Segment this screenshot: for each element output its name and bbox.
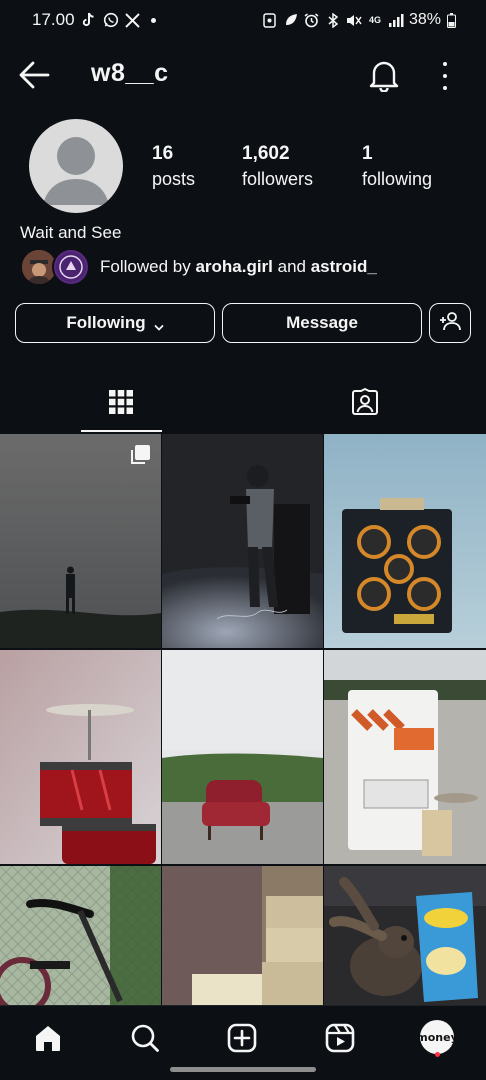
stat-following[interactable]: 1 following	[362, 143, 432, 190]
post-thumbnail[interactable]	[162, 866, 323, 1005]
bluetooth-icon	[325, 12, 341, 28]
tagged-user-icon	[351, 387, 379, 421]
alarm-icon	[304, 12, 320, 28]
post-thumbnail[interactable]	[0, 434, 161, 648]
post-thumbnail[interactable]	[0, 650, 161, 864]
notification-dot	[150, 17, 156, 23]
followed-by-prefix: Followed by	[100, 257, 196, 276]
profile-avatar-text: money	[420, 1030, 454, 1044]
message-button[interactable]: Message	[222, 303, 422, 343]
posts-count: 16	[152, 143, 174, 164]
search-icon[interactable]	[125, 1018, 165, 1058]
post-thumbnail[interactable]	[324, 434, 486, 648]
home-indicator	[170, 1067, 316, 1072]
followers-label: followers	[242, 169, 314, 189]
stat-followers[interactable]: 1,602 followers	[242, 143, 313, 190]
grid-icon	[108, 389, 134, 420]
network-icon: 4G	[368, 14, 381, 25]
post-thumbnail[interactable]	[162, 434, 323, 648]
mutual-username-2[interactable]: astroid_	[311, 257, 377, 276]
add-user-icon	[439, 311, 461, 336]
followed-by-row[interactable]: Followed by aroha.girl and astroid_	[20, 247, 377, 287]
x-icon	[125, 12, 141, 28]
leaf-icon	[283, 12, 299, 28]
reels-icon[interactable]	[320, 1018, 360, 1058]
stat-posts[interactable]: 16 posts	[152, 143, 195, 190]
create-post-icon[interactable]	[222, 1018, 262, 1058]
tab-tagged[interactable]	[324, 378, 406, 430]
active-tab-indicator	[81, 430, 162, 432]
tab-posts-grid[interactable]	[80, 378, 162, 430]
followed-by-joiner: and	[272, 257, 311, 276]
posts-label: posts	[152, 169, 196, 189]
followers-count: 1,602	[242, 143, 290, 164]
whatsapp-icon	[103, 12, 119, 28]
following-count: 1	[362, 143, 373, 164]
profile-username: w8__c	[91, 59, 169, 87]
posts-grid	[0, 434, 486, 1005]
profile-bio: Wait and See	[20, 223, 122, 242]
battery-text: 38%	[408, 11, 441, 28]
back-arrow-icon[interactable]	[18, 60, 52, 90]
suggested-users-button[interactable]	[429, 303, 471, 343]
post-thumbnail[interactable]	[162, 650, 323, 864]
profile-header: w8__c	[0, 48, 486, 104]
profile-avatar[interactable]: money	[420, 1020, 454, 1054]
chevron-down-icon	[154, 318, 164, 331]
status-time: 17.00	[32, 10, 75, 29]
mute-icon	[346, 12, 362, 28]
following-button[interactable]: Following	[15, 303, 215, 343]
screen-record-icon	[262, 12, 278, 28]
multiple-images-icon	[129, 444, 151, 466]
signal-icon	[388, 12, 404, 28]
following-button-label: Following	[66, 313, 146, 332]
post-thumbnail[interactable]	[324, 866, 486, 1005]
following-label: following	[362, 169, 433, 189]
more-options-icon[interactable]	[436, 62, 454, 90]
battery-icon	[446, 12, 456, 28]
post-thumbnail[interactable]	[0, 866, 161, 1005]
message-button-label: Message	[286, 313, 358, 332]
status-bar: 17.00 4G 38%	[0, 0, 486, 40]
notification-dot	[435, 1052, 440, 1057]
bell-icon[interactable]	[368, 58, 400, 93]
profile-avatar[interactable]	[29, 119, 123, 213]
mutual-username-1[interactable]: aroha.girl	[195, 257, 272, 276]
home-icon[interactable]	[28, 1018, 68, 1058]
mutual-follower-avatar	[52, 248, 90, 286]
post-thumbnail[interactable]	[324, 650, 486, 864]
followed-by-text: Followed by aroha.girl and astroid_	[100, 257, 377, 277]
tiktok-icon	[81, 12, 97, 28]
